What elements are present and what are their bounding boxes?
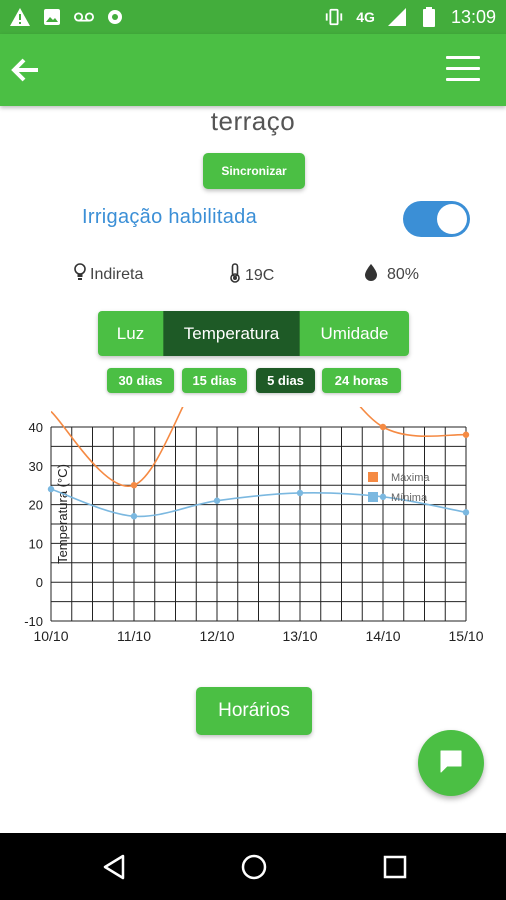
y-tick-label: 0 — [36, 575, 43, 590]
y-tick-label: 20 — [29, 498, 43, 513]
tab-umidade[interactable]: Umidade — [300, 311, 409, 356]
nav-home-icon[interactable] — [240, 853, 268, 886]
page-title: terraço — [210, 106, 296, 136]
toggle-knob — [437, 204, 467, 234]
arrow-left-icon[interactable] — [8, 52, 44, 88]
tab-luz[interactable]: Luz — [98, 311, 163, 356]
legend-swatch-1 — [368, 492, 378, 502]
sync-button[interactable]: Sincronizar — [203, 153, 305, 189]
signal-icon — [387, 7, 407, 27]
chart-svg: 40 30 20 10 0 -1010/10 11/10 12/10 13/10 14/10 15/… — [24, 407, 484, 644]
temperature-info: 19C — [229, 263, 274, 288]
nav-recents-icon[interactable] — [383, 855, 407, 884]
x-tick-label: 14/10 — [365, 628, 400, 644]
range-30-days[interactable]: 30 dias — [107, 368, 174, 393]
legend-label-1: Mínima — [391, 492, 428, 504]
image-icon — [42, 7, 62, 27]
series-point-1 — [47, 485, 55, 493]
thermometer-icon — [229, 263, 241, 288]
irrigation-label: Irrigação habilitada — [82, 206, 257, 228]
series-point-1 — [379, 493, 387, 501]
humidity-info: 80% — [363, 263, 419, 286]
range-15-days[interactable]: 15 dias — [182, 368, 247, 393]
clock: 13:09 — [450, 6, 496, 27]
y-tick-label: 30 — [29, 459, 43, 474]
series-point-0 — [379, 423, 387, 431]
lightbulb-icon — [74, 263, 86, 286]
nav-back-icon[interactable] — [102, 854, 126, 885]
x-tick-label: 15/10 — [448, 628, 483, 644]
series-point-0 — [130, 482, 138, 489]
schedule-button[interactable]: Horários — [196, 687, 312, 735]
tab-temperatura[interactable]: Temperatura — [163, 311, 300, 356]
irrigation-toggle[interactable] — [403, 201, 470, 237]
system-nav-bar — [0, 833, 506, 900]
metric-tabs: Luz Temperatura Umidade — [98, 311, 409, 356]
battery-icon — [419, 7, 439, 27]
chat-button[interactable] — [418, 730, 484, 796]
series-point-1 — [130, 513, 138, 520]
status-bar: 4G 13:09 — [0, 0, 506, 34]
y-tick-label: 10 — [29, 536, 43, 551]
vibrate-icon — [324, 7, 344, 27]
water-drop-icon — [363, 263, 379, 286]
app-bar — [0, 34, 506, 106]
hamburger-menu-icon[interactable] — [446, 56, 480, 84]
y-axis-label: Temperatura (°C) — [55, 464, 70, 564]
light-value: Indireta — [90, 265, 144, 283]
network-type: 4G — [356, 9, 375, 25]
chat-bubble-icon — [438, 748, 464, 779]
voicemail-icon — [74, 7, 94, 27]
range-24-hours[interactable]: 24 horas — [322, 368, 401, 393]
legend-swatch-0 — [368, 472, 378, 482]
x-tick-label: 10/10 — [33, 628, 68, 644]
warning-icon — [10, 7, 30, 27]
temperature-chart: 40 30 20 10 0 -10 10/10 11/10 12/10 13/10 14/10 15/… — [0, 400, 506, 660]
range-5-days[interactable]: 5 dias — [256, 368, 315, 393]
series-point-0 — [462, 431, 470, 438]
humidity-value: 80% — [387, 265, 420, 283]
legend-label-0: Máxima — [391, 472, 430, 484]
series-point-1 — [213, 497, 221, 504]
series-point-1 — [296, 489, 304, 497]
temperature-value: 19C — [245, 266, 275, 284]
y-tick-label: -10 — [24, 614, 43, 629]
y-tick-label: 40 — [29, 420, 43, 435]
light-info: Indireta — [74, 263, 143, 286]
x-tick-label: 11/10 — [117, 628, 151, 644]
x-tick-label: 13/10 — [282, 628, 317, 644]
weather-icon — [106, 7, 126, 27]
series-point-1 — [462, 509, 470, 516]
x-tick-label: 12/10 — [199, 628, 234, 644]
